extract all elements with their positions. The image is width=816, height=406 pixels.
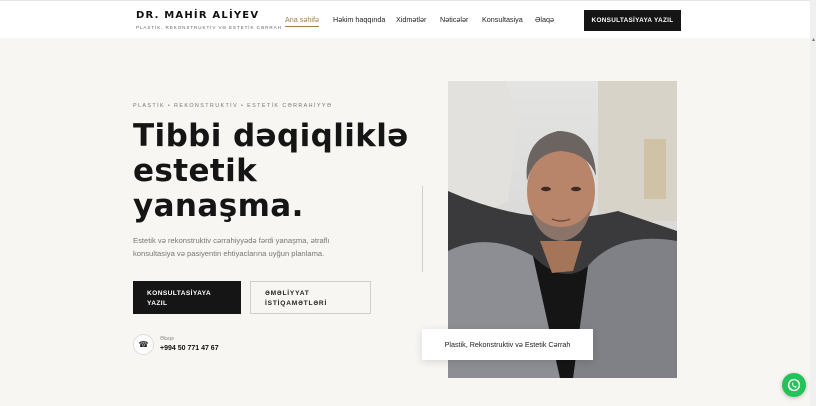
phone-label: Əlaqə (160, 336, 174, 342)
decorative-divider (422, 186, 423, 272)
nav-item-contact[interactable]: Əlaqə (535, 15, 554, 24)
nav-item-home[interactable]: Ana səhifə (285, 15, 319, 27)
portrait-caption: Plastik, Rekonstruktiv və Estetik Cərrah (422, 329, 593, 360)
hero-eyebrow: PLASTİK • REKONSTRUKTİV • ESTETİK CƏRRAH… (133, 103, 333, 109)
page-scrollbar[interactable]: ▴ (810, 0, 816, 406)
nav-item-about[interactable]: Həkim haqqında (333, 15, 385, 24)
nav-item-services[interactable]: Xidmətlər (396, 15, 426, 24)
nav-item-results[interactable]: Nəticələr (440, 15, 468, 24)
whatsapp-icon (787, 378, 801, 392)
brand-subtitle: PLASTİK, REKONSTRUKTİV VƏ ESTETİK CƏRRAH (136, 25, 282, 30)
hero-headline: Tibbi dəqiqliklə estetik yanaşma. (133, 119, 433, 224)
operations-button[interactable]: ƏMƏLİYYAT İSTİQAMƏTLƏRİ (250, 281, 371, 314)
header-consultation-button[interactable]: KONSULTASİYAYA YAZIL (584, 10, 681, 31)
nav-item-consultation[interactable]: Konsultasiya (482, 15, 523, 24)
site-header: DR. MAHİR ALİYEV PLASTİK, REKONSTRUKTİV … (0, 0, 816, 38)
headline-line-2: estetik (133, 153, 258, 189)
headline-line-3: yanaşma. (133, 188, 304, 224)
hero-lead-text: Estetik və rekonstruktiv cərrahiyyədə fə… (133, 236, 330, 258)
phone-icon: ☎ (133, 334, 154, 355)
consultation-button[interactable]: KONSULTASİYAYA YAZIL (133, 281, 241, 314)
whatsapp-button[interactable] (782, 373, 806, 397)
brand-name: DR. MAHİR ALİYEV (136, 10, 260, 21)
scroll-up-icon[interactable]: ▴ (812, 36, 815, 43)
phone-number[interactable]: +994 50 771 47 67 (160, 345, 219, 352)
headline-line-1: Tibbi dəqiqliklə (133, 118, 409, 154)
brand-logo[interactable]: DR. MAHİR ALİYEV PLASTİK, REKONSTRUKTİV … (136, 10, 282, 30)
